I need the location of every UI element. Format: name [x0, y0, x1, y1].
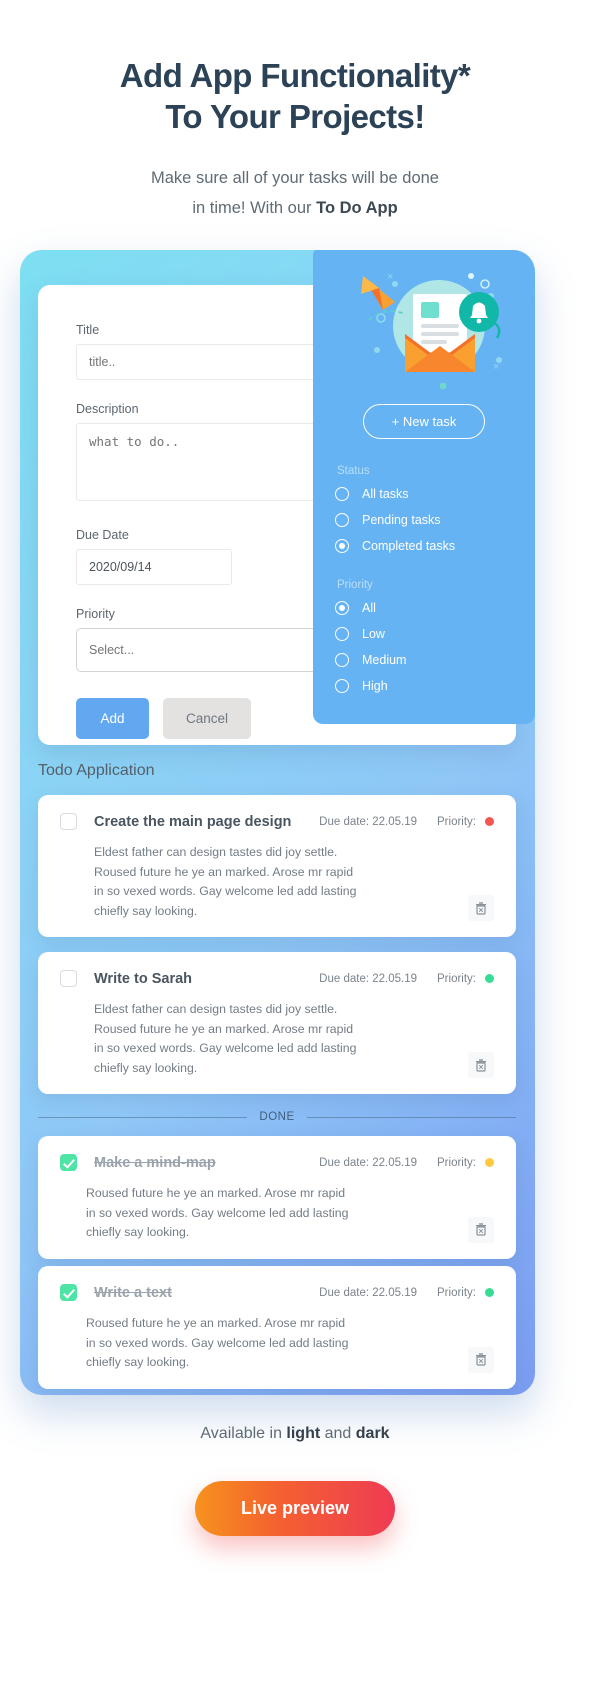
divider-line-left — [38, 1116, 248, 1118]
status-option-label: Pending tasks — [362, 513, 441, 527]
task-due-date: Due date: 22.05.19 — [319, 972, 418, 985]
priority-option-label: High — [362, 679, 388, 693]
radio-icon-selected[interactable] — [335, 539, 349, 553]
task-due-date: Due date: 22.05.19 — [319, 1156, 418, 1169]
done-divider: DONE — [38, 1111, 517, 1123]
subtitle-line-2-prefix: in time! With our — [192, 199, 317, 217]
status-option-label: All tasks — [362, 487, 409, 501]
priority-dot-icon — [485, 817, 494, 826]
priority-dot-icon — [485, 1158, 494, 1167]
subtitle-line-2: in time! With our To Do App — [0, 193, 590, 223]
priority-radio-group: All Low Medium High — [335, 601, 513, 693]
priority-option-high[interactable]: High — [335, 679, 513, 693]
new-task-button[interactable]: + New task — [363, 404, 485, 439]
task-description: Roused future he ye an marked. Arose mr … — [86, 1316, 349, 1369]
headline-line-2: To Your Projects! — [165, 98, 425, 135]
priority-dot-icon — [485, 1288, 494, 1297]
task-checkbox[interactable] — [60, 970, 77, 987]
priority-option-label: Medium — [362, 653, 407, 667]
divider-line-right — [306, 1116, 517, 1118]
task-title: Create the main page design — [94, 813, 292, 830]
task-description: Roused future he ye an marked. Arose mr … — [86, 1186, 349, 1239]
radio-icon[interactable] — [335, 653, 349, 667]
svg-text:×: × — [493, 361, 499, 373]
page-footer: Available in light and dark Live preview — [0, 1425, 590, 1536]
priority-option-label: Low — [362, 627, 385, 641]
task-checkbox-checked[interactable] — [60, 1284, 77, 1301]
task-row[interactable]: Make a mind-map Due date: 22.05.19 Prior… — [38, 1136, 516, 1259]
headline-line-1: Add App Functionality* — [119, 57, 471, 94]
priority-option-medium[interactable]: Medium — [335, 653, 513, 667]
task-row[interactable]: Create the main page design Due date: 22… — [38, 795, 516, 937]
cancel-button[interactable]: Cancel — [163, 698, 251, 739]
app-mockup: Title Description Due Date Priority Add … — [20, 250, 535, 1395]
page-subtitle: Make sure all of your tasks will be done… — [0, 163, 590, 223]
task-row[interactable]: Write to Sarah Due date: 22.05.19 Priori… — [38, 952, 516, 1094]
envelope-illustration: × × — [335, 260, 513, 398]
add-button[interactable]: Add — [76, 698, 149, 739]
delete-task-button[interactable] — [468, 895, 494, 921]
task-checkbox[interactable] — [60, 813, 77, 830]
divider-label: DONE — [259, 1111, 295, 1123]
status-option-completed-tasks[interactable]: Completed tasks — [335, 539, 513, 553]
status-option-all-tasks[interactable]: All tasks — [335, 487, 513, 501]
task-priority-label: Priority: — [437, 1286, 476, 1299]
task-title: Write a text — [94, 1284, 172, 1301]
delete-task-button[interactable] — [468, 1216, 494, 1243]
task-priority-label: Priority: — [437, 815, 476, 828]
subtitle-app-name: To Do App — [316, 199, 398, 217]
task-row[interactable]: Write a text Due date: 22.05.19 Priority… — [38, 1266, 516, 1389]
task-description: Eldest father can design tastes did joy … — [94, 1002, 357, 1075]
live-preview-button[interactable]: Live preview — [194, 1481, 396, 1536]
status-group-label: Status — [337, 465, 370, 477]
radio-icon-selected[interactable] — [335, 601, 349, 615]
task-due-date: Due date: 22.05.19 — [319, 815, 418, 828]
delete-task-button[interactable] — [468, 1346, 494, 1373]
page-header: Add App Functionality* To Your Projects!… — [0, 0, 590, 223]
subtitle-line-1: Make sure all of your tasks will be done — [151, 169, 439, 187]
task-description: Eldest father can design tastes did joy … — [94, 845, 357, 918]
task-title: Write to Sarah — [94, 970, 193, 987]
availability-light: light — [286, 1425, 321, 1442]
delete-task-button[interactable] — [468, 1052, 494, 1078]
availability-text: Available in light and dark — [0, 1425, 590, 1443]
availability-prefix: Available in — [200, 1425, 287, 1442]
radio-icon[interactable] — [335, 487, 349, 501]
task-priority-label: Priority: — [437, 972, 476, 985]
availability-dark: dark — [355, 1425, 390, 1442]
task-checkbox-checked[interactable] — [60, 1154, 77, 1171]
radio-icon[interactable] — [335, 679, 349, 693]
priority-option-label: All — [362, 601, 376, 615]
task-title: Make a mind-map — [94, 1154, 216, 1171]
availability-middle: and — [320, 1425, 356, 1442]
page-title: Add App Functionality* To Your Projects! — [0, 55, 590, 137]
radio-icon[interactable] — [335, 627, 349, 641]
priority-dot-icon — [485, 974, 494, 983]
status-option-pending-tasks[interactable]: Pending tasks — [335, 513, 513, 527]
status-option-label: Completed tasks — [362, 539, 456, 553]
svg-text:×: × — [387, 271, 393, 283]
priority-option-low[interactable]: Low — [335, 627, 513, 641]
todo-list-title: Todo Application — [38, 762, 155, 779]
filters-panel: × × + New task Status All tasks Pending … — [313, 250, 535, 724]
status-radio-group: All tasks Pending tasks Completed tasks — [335, 487, 513, 553]
task-due-date: Due date: 22.05.19 — [319, 1286, 418, 1299]
due-date-input[interactable] — [76, 549, 232, 585]
task-priority-label: Priority: — [437, 1156, 476, 1169]
radio-icon[interactable] — [335, 513, 349, 527]
priority-option-all[interactable]: All — [335, 601, 513, 615]
priority-group-label: Priority — [337, 579, 373, 591]
